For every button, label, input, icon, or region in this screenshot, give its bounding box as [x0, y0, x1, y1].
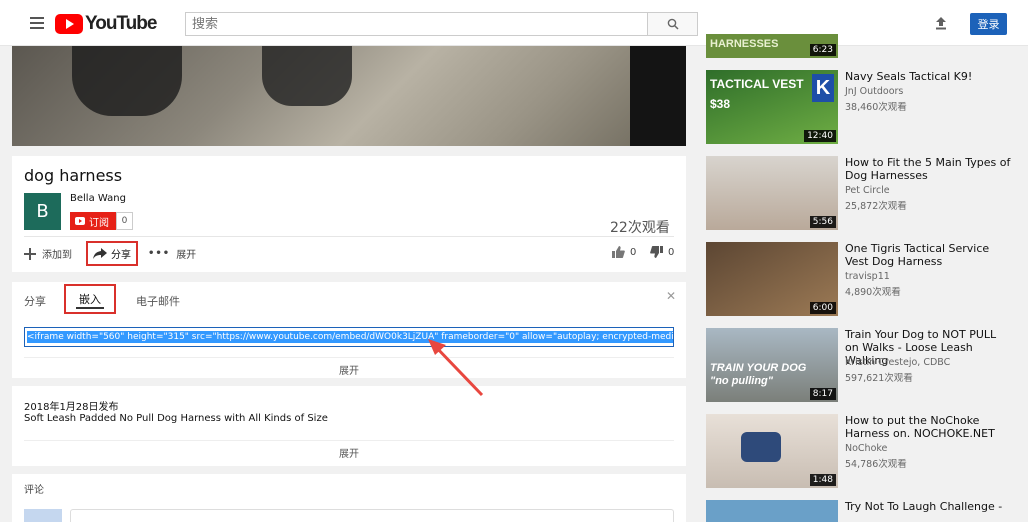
- more-dots-icon: •••: [148, 248, 171, 259]
- thumbnail-text: TRAIN YOUR DOG "no pulling": [710, 362, 807, 387]
- description-expand-button[interactable]: 展开: [24, 440, 674, 460]
- subscriber-count: 0: [116, 212, 133, 230]
- channel-name[interactable]: Bella Wang: [70, 193, 126, 204]
- video-channel[interactable]: NoChoke: [845, 443, 887, 454]
- plus-icon: [24, 247, 36, 260]
- video-title[interactable]: One Tigris Tactical Service Vest Dog Har…: [845, 242, 1013, 268]
- subscribe-button[interactable]: 订阅: [70, 212, 116, 230]
- video-views: 38,460次观看: [845, 102, 907, 113]
- like-button[interactable]: 0: [612, 246, 636, 258]
- share-icon: [93, 247, 107, 259]
- video-duration: 6:00: [809, 302, 836, 314]
- dislike-button[interactable]: 0: [650, 246, 674, 258]
- video-channel[interactable]: JnJ Outdoors: [845, 86, 903, 97]
- video-duration: 12:40: [804, 130, 836, 142]
- video-duration: 5:56: [809, 216, 836, 228]
- menu-icon[interactable]: [30, 17, 44, 29]
- share-label: 分享: [111, 250, 131, 261]
- youtube-logo[interactable]: YouTube: [55, 13, 157, 35]
- thumbnail-text: HARNESSES: [710, 38, 779, 50]
- comment-input[interactable]: [70, 509, 674, 522]
- channel-avatar[interactable]: B: [24, 193, 61, 230]
- video-views: 25,872次观看: [845, 201, 907, 212]
- video-duration: 1:48: [809, 474, 836, 486]
- video-views: 597,621次观看: [845, 373, 913, 384]
- upload-icon[interactable]: [933, 15, 949, 31]
- tab-share[interactable]: 分享: [24, 293, 46, 309]
- login-button[interactable]: 登录: [970, 13, 1007, 35]
- video-letterbox: [630, 46, 686, 146]
- video-thumbnail[interactable]: HARNESSES 6:23: [706, 34, 838, 58]
- video-channel[interactable]: travisp11: [845, 271, 890, 282]
- video-title[interactable]: Navy Seals Tactical K9!: [845, 70, 1013, 83]
- tab-embed[interactable]: 嵌入: [64, 284, 116, 314]
- video-thumbnail[interactable]: 6:00: [706, 242, 838, 316]
- video-thumbnail[interactable]: 5:56: [706, 156, 838, 230]
- video-duration: 6:23: [809, 44, 836, 56]
- video-thumbnail[interactable]: 1:48: [706, 414, 838, 488]
- k-logo: K: [812, 74, 834, 102]
- publish-date: 2018年1月28日发布: [24, 402, 119, 413]
- tab-email[interactable]: 电子邮件: [136, 293, 180, 309]
- dislike-count: 0: [668, 246, 675, 258]
- video-player[interactable]: [12, 46, 686, 146]
- close-icon[interactable]: ✕: [666, 289, 676, 303]
- harness-shape: [741, 432, 781, 462]
- video-title[interactable]: How to put the NoChoke Harness on. NOCHO…: [845, 414, 1013, 440]
- add-to-button[interactable]: 添加到: [24, 246, 72, 261]
- search-button[interactable]: [647, 12, 698, 36]
- like-count: 0: [630, 246, 637, 258]
- video-thumbnail[interactable]: TACTICAL VEST $38 K 12:40: [706, 70, 838, 144]
- search-icon: [667, 18, 679, 30]
- embed-expand-button[interactable]: 展开: [24, 357, 674, 377]
- embed-code-text: <iframe width="560" height="315" src="ht…: [27, 331, 673, 343]
- view-count: 22次观看: [610, 220, 670, 236]
- thumbs-up-icon: [612, 246, 625, 258]
- more-label: 展开: [176, 250, 197, 261]
- video-channel[interactable]: Pet Circle: [845, 185, 890, 196]
- divider: [24, 236, 674, 237]
- video-views: 54,786次观看: [845, 459, 907, 470]
- comments-heading: 评论: [24, 485, 44, 496]
- user-avatar: [24, 509, 62, 522]
- video-thumbnail[interactable]: [706, 500, 838, 522]
- video-title[interactable]: Try Not To Laugh Challenge -: [845, 500, 1013, 513]
- description-text: Soft Leash Padded No Pull Dog Harness wi…: [24, 413, 328, 424]
- annotation-arrow: [428, 339, 484, 397]
- thumbs-down-icon: [650, 246, 663, 258]
- top-bar: YouTube 登录: [0, 0, 1028, 46]
- video-thumbnail[interactable]: TRAIN YOUR DOG "no pulling" 8:17: [706, 328, 838, 402]
- share-button[interactable]: 分享: [86, 241, 138, 266]
- youtube-icon: [75, 217, 85, 225]
- subscribe-label: 订阅: [89, 217, 109, 229]
- video-channel[interactable]: Kristin Crestejo, CDBC: [845, 357, 950, 368]
- thumbnail-text: TACTICAL VEST $38: [710, 77, 804, 111]
- video-views: 4,890次观看: [845, 287, 901, 298]
- more-button[interactable]: ••• 展开: [148, 246, 196, 261]
- add-to-label: 添加到: [42, 250, 72, 261]
- video-duration: 8:17: [809, 388, 836, 400]
- video-title: dog harness: [24, 166, 123, 185]
- video-title[interactable]: How to Fit the 5 Main Types of Dog Harne…: [845, 156, 1013, 182]
- logo-text: YouTube: [85, 13, 157, 34]
- youtube-logo-icon: [55, 14, 83, 34]
- embed-code-field[interactable]: <iframe width="560" height="315" src="ht…: [24, 327, 674, 347]
- video-frame: [12, 46, 686, 146]
- search-input[interactable]: [185, 12, 647, 36]
